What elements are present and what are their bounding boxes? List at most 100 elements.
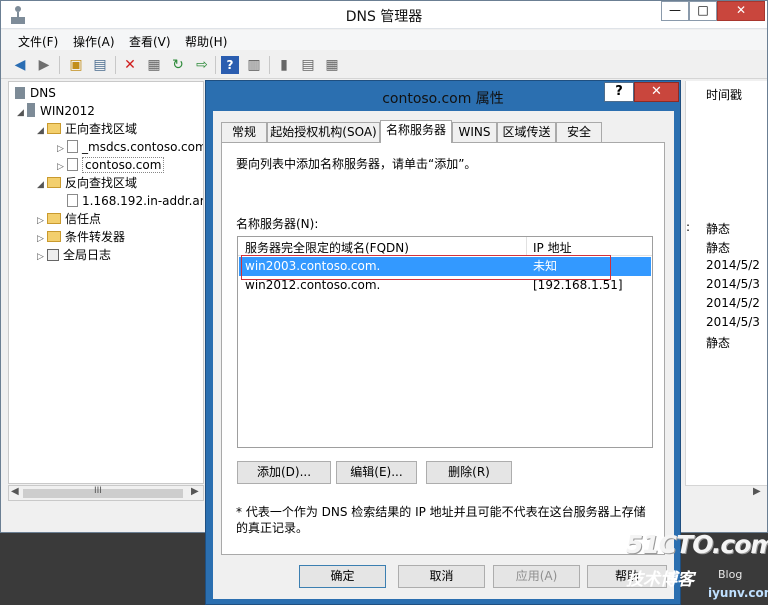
scroll-right-icon[interactable]: ▶ <box>191 486 199 497</box>
collapse-arrow-icon[interactable]: ◢ <box>17 104 27 122</box>
tab-name-servers[interactable]: 名称服务器 <box>380 120 452 143</box>
maximize-button[interactable]: □ <box>689 1 717 21</box>
close-button[interactable]: ✕ <box>717 1 765 21</box>
toolbar: ◀ ▶ ▣ ▤ ✕ ▦ ↻ ⇨ ? ▥ ▮ ▤ ▦ <box>1 51 767 79</box>
menu-file[interactable]: 文件(F) <box>18 33 58 50</box>
list-item: 静态 <box>706 336 731 350</box>
list-icon[interactable]: ▤ <box>299 56 317 74</box>
tree-label: 反向查找区域 <box>65 176 138 190</box>
tree-node-contoso[interactable]: ▷ contoso.com <box>57 156 165 174</box>
edit-button[interactable]: 编辑(E)... <box>336 461 417 484</box>
watermark-brand: 51CTO.com <box>626 530 768 559</box>
tab-general[interactable]: 常规 <box>221 122 267 142</box>
watermark-site: iyunv.com <box>708 586 768 600</box>
watermark-sub: 技术博客 <box>626 570 694 590</box>
log-icon <box>47 249 59 261</box>
zone-icon <box>67 140 78 153</box>
folder-icon <box>47 231 61 242</box>
scroll-thumb[interactable] <box>23 489 183 498</box>
forward-icon[interactable]: ▶ <box>35 56 53 74</box>
folder-icon <box>47 213 61 224</box>
tree-node-trust-points[interactable]: ▷ 信任点 <box>37 210 101 228</box>
minimize-button[interactable]: — <box>661 1 689 21</box>
list-item: 2014/5/2 <box>706 296 760 310</box>
row-ip: [192.168.1.51] <box>533 278 623 292</box>
tree-label: WIN2012 <box>40 104 95 118</box>
tree-label: 正向查找区域 <box>65 122 138 136</box>
instruction-text: 要向列表中添加名称服务器，请单击“添加”。 <box>236 157 477 171</box>
menu-help[interactable]: 帮助(H) <box>185 33 227 50</box>
scroll-right-icon[interactable]: ▶ <box>753 486 761 497</box>
menu-bar: 文件(F) 操作(A) 查看(V) 帮助(H) <box>1 30 767 50</box>
watermark-logo: 51CTO.com 技术博客 Blog iyunv.com <box>622 528 768 605</box>
zone-icon <box>67 194 78 207</box>
scroll-grip: III <box>94 486 102 496</box>
ok-button[interactable]: 确定 <box>299 565 386 588</box>
tree-node-reverse-zones[interactable]: ◢ 反向查找区域 <box>37 174 137 192</box>
delete-button[interactable]: 删除(R) <box>426 461 512 484</box>
refresh-icon[interactable]: ↻ <box>169 56 187 74</box>
back-icon[interactable]: ◀ <box>11 56 29 74</box>
add-button[interactable]: 添加(D)... <box>237 461 331 484</box>
up-folder-icon[interactable]: ▣ <box>67 56 85 74</box>
tree-label: 条件转发器 <box>65 230 126 244</box>
tree-horizontal-scrollbar[interactable]: ◀ III ▶ <box>8 485 204 501</box>
collapse-arrow-icon[interactable]: ◢ <box>37 176 47 194</box>
apply-button[interactable]: 应用(A) <box>493 565 580 588</box>
tab-wins[interactable]: WINS <box>452 122 497 142</box>
export-icon[interactable]: ⇨ <box>193 56 211 74</box>
toolbar-separator <box>269 56 270 74</box>
row-fqdn: win2012.contoso.com. <box>245 278 381 292</box>
tab-security[interactable]: 安全 <box>556 122 602 142</box>
column-header-ip[interactable]: IP 地址 <box>533 239 572 256</box>
properties-icon[interactable]: ▦ <box>145 56 163 74</box>
toolbar-separator <box>115 56 116 74</box>
result-list: 时间戳 : 静态 静态 2014/5/2 2014/5/3 2014/5/2 2… <box>685 81 767 501</box>
column-divider[interactable] <box>526 237 527 256</box>
tree-node-dns[interactable]: DNS <box>15 84 56 102</box>
console-icon[interactable]: ▥ <box>245 56 263 74</box>
menu-view[interactable]: 查看(V) <box>129 33 171 50</box>
help-icon[interactable]: ? <box>221 56 239 74</box>
toolbar-separator <box>215 56 216 74</box>
scroll-left-icon[interactable]: ◀ <box>11 486 19 497</box>
tree-node-forward-zones[interactable]: ◢ 正向查找区域 <box>37 120 137 138</box>
tab-zone-transfers[interactable]: 区域传送 <box>497 122 556 142</box>
cancel-button[interactable]: 取消 <box>398 565 485 588</box>
row-fqdn: win2003.contoso.com. <box>245 259 381 273</box>
tree-node-server[interactable]: ◢ WIN2012 <box>17 102 95 120</box>
tree-node-reverse-zone[interactable]: 1.168.192.in-addr.arpa <box>67 192 203 210</box>
dialog-body: 常规 起始授权机构(SOA) 名称服务器 WINS 区域传送 安全 要向列表中添… <box>213 111 674 599</box>
dns-icon <box>15 87 25 99</box>
tree-node-global-logs[interactable]: ▷ 全局日志 <box>37 246 111 264</box>
list-horizontal-scrollbar[interactable]: ▶ <box>685 485 767 501</box>
tree-label: contoso.com <box>82 157 165 173</box>
list-header: 服务器完全限定的域名(FQDN) IP 地址 <box>238 237 652 256</box>
tree-node-msdcs[interactable]: ▷ _msdcs.contoso.com <box>57 138 203 156</box>
expand-arrow-icon[interactable]: ▷ <box>37 248 47 266</box>
tree-node-conditional-forwarders[interactable]: ▷ 条件转发器 <box>37 228 125 246</box>
tree-label: DNS <box>30 86 56 100</box>
name-servers-list[interactable]: 服务器完全限定的域名(FQDN) IP 地址 win2003.contoso.c… <box>237 236 653 448</box>
detail-icon[interactable]: ▦ <box>323 56 341 74</box>
dialog-close-button[interactable]: ✕ <box>634 82 679 102</box>
show-tree-icon[interactable]: ▤ <box>91 56 109 74</box>
tab-soa[interactable]: 起始授权机构(SOA) <box>267 122 380 142</box>
table-row[interactable]: win2012.contoso.com. [192.168.1.51] <box>239 276 651 295</box>
watermark-blog: Blog <box>718 568 743 581</box>
collapse-arrow-icon[interactable]: ◢ <box>37 122 47 140</box>
list-item: 2014/5/3 <box>706 315 760 329</box>
title-bar: DNS 管理器 — □ ✕ <box>1 1 767 29</box>
delete-icon[interactable]: ✕ <box>121 56 139 74</box>
dialog-help-button[interactable]: ? <box>604 82 634 102</box>
table-row[interactable]: win2003.contoso.com. 未知 <box>239 257 651 276</box>
column-header-fqdn[interactable]: 服务器完全限定的域名(FQDN) <box>245 239 409 256</box>
folder-icon <box>47 123 61 134</box>
server-icon[interactable]: ▮ <box>275 56 293 74</box>
list-item: 2014/5/2 <box>706 258 760 272</box>
column-header-timestamp[interactable]: 时间戳 <box>706 86 742 103</box>
menu-action[interactable]: 操作(A) <box>73 33 115 50</box>
zone-icon <box>67 158 78 171</box>
properties-dialog: contoso.com 属性 ? ✕ 常规 起始授权机构(SOA) 名称服务器 … <box>205 80 681 605</box>
tree-label: 信任点 <box>65 212 102 226</box>
